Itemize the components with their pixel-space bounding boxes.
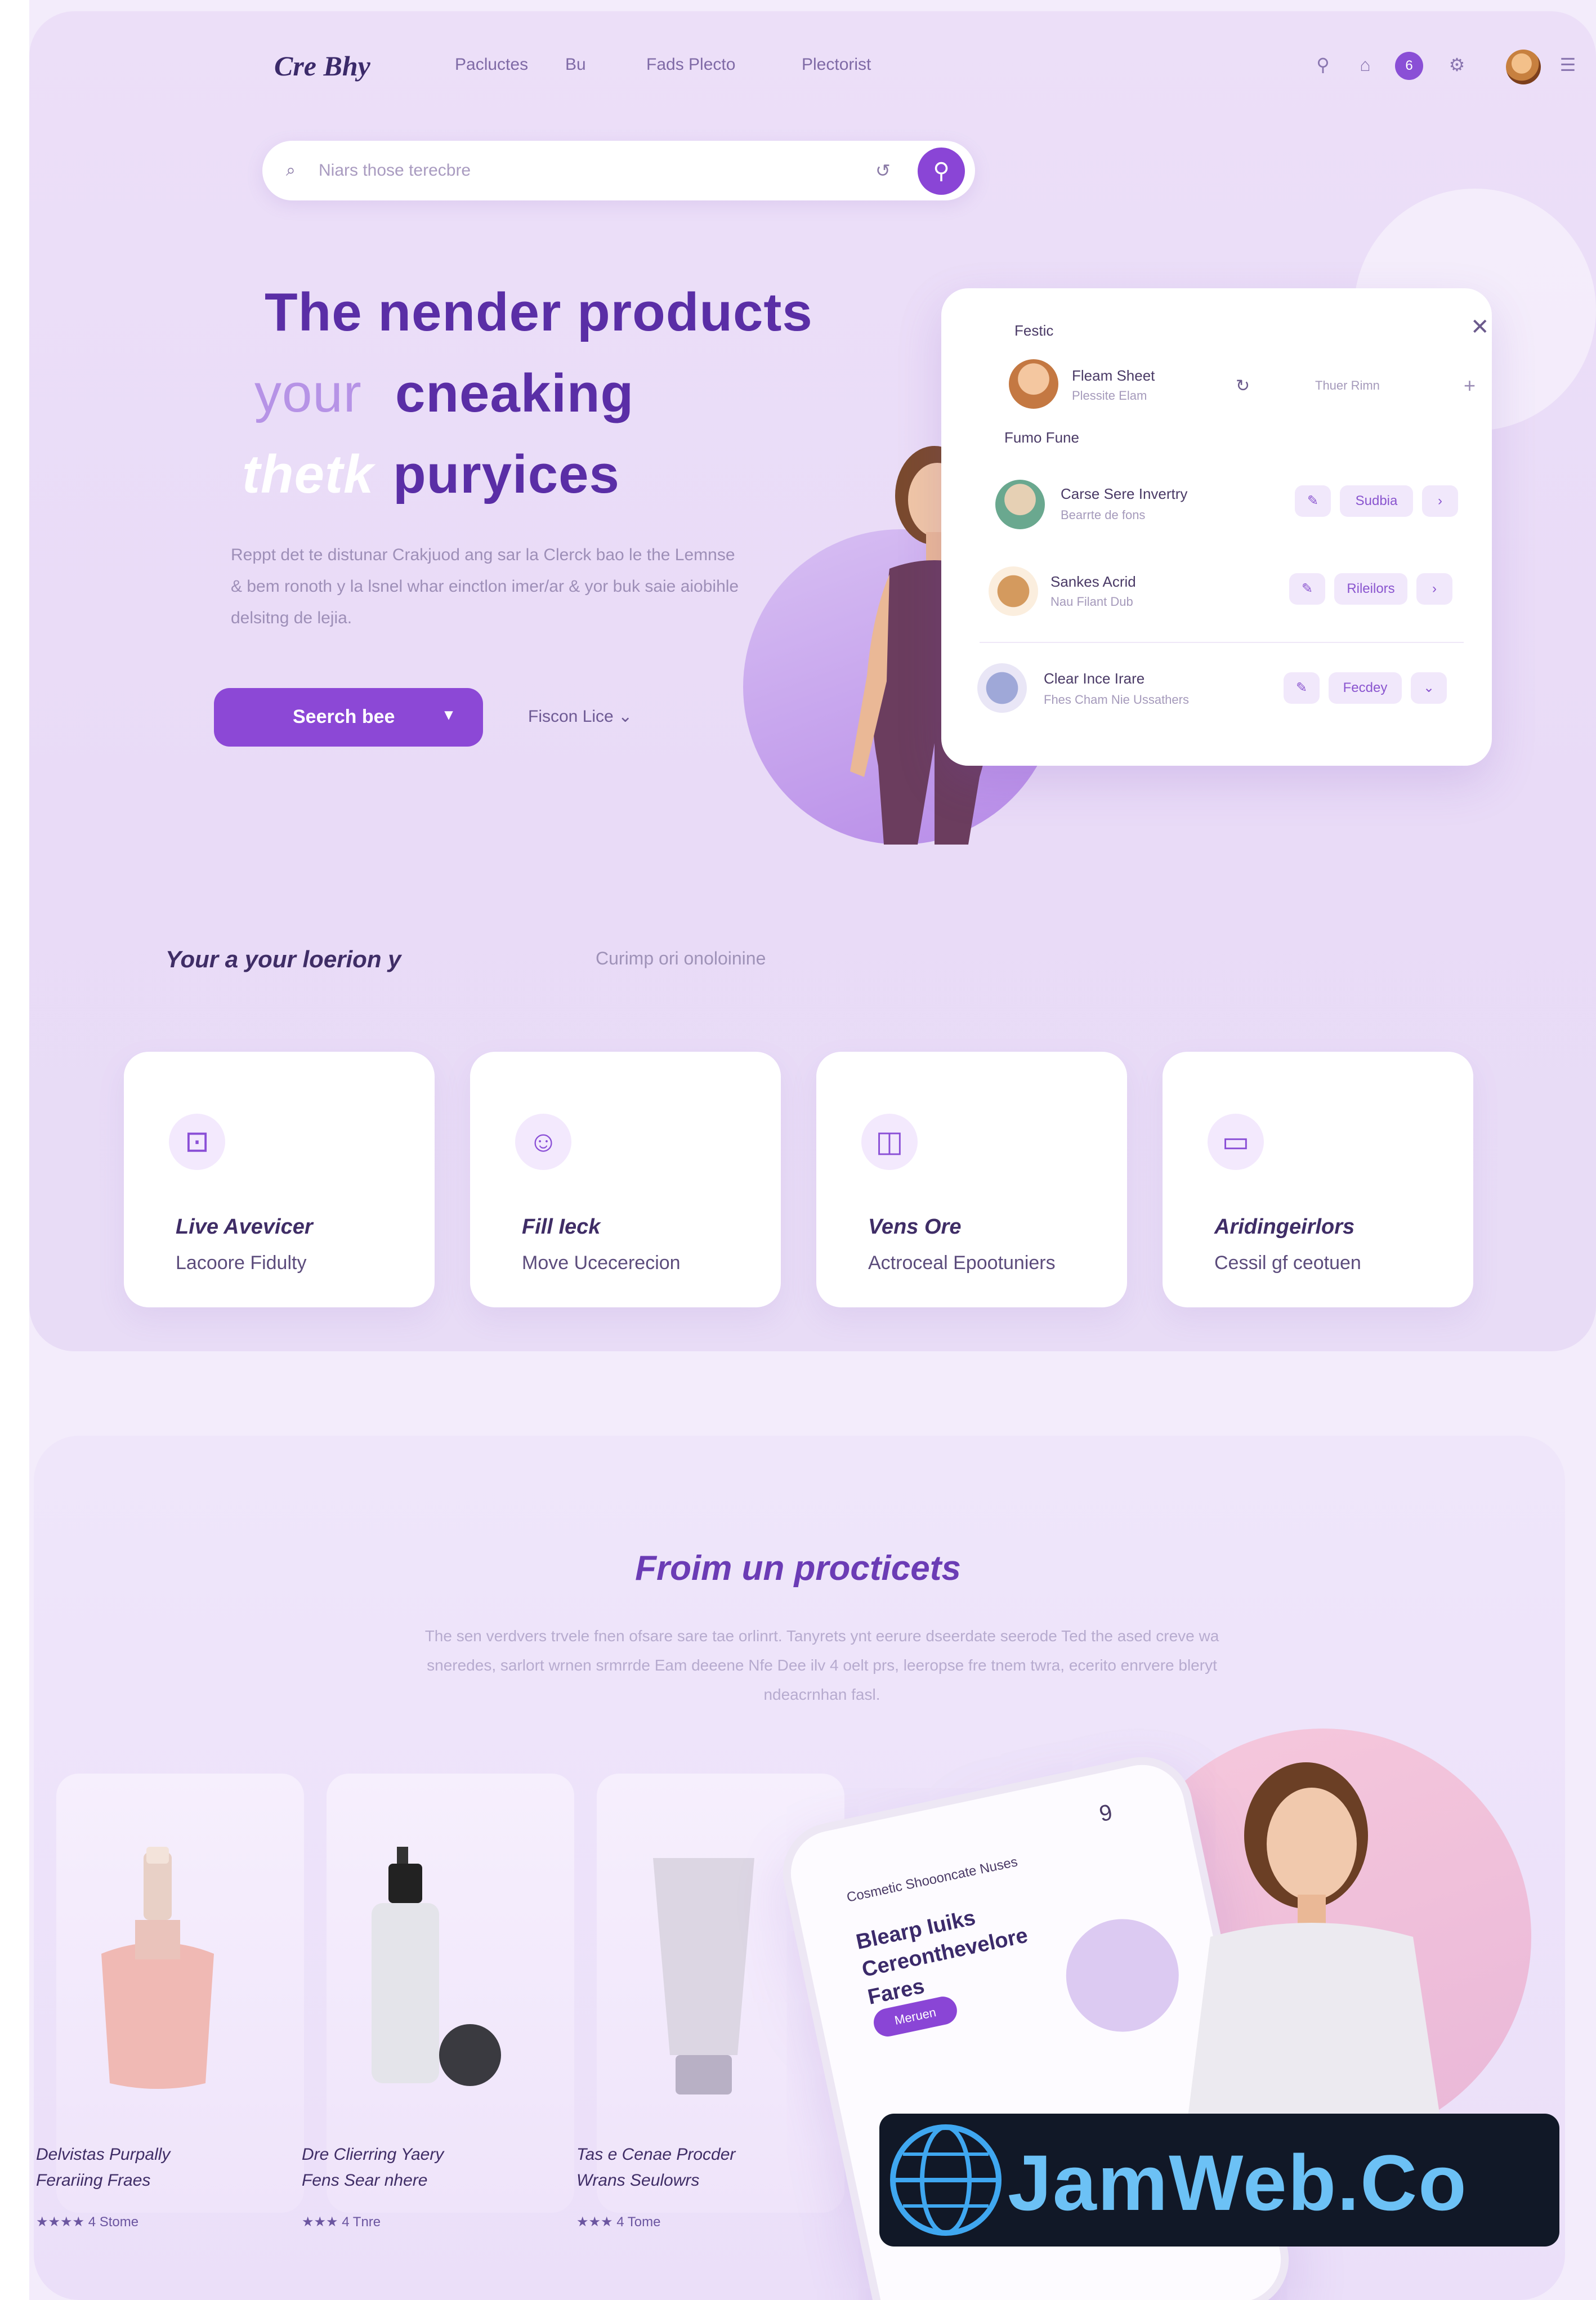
search-button[interactable]: ⚲ xyxy=(918,148,965,195)
section-title: Your a your loerion y xyxy=(166,946,401,972)
phone-header: Cosmetic Shoooncate Nuses xyxy=(845,1854,1019,1905)
practices-title: Froim un procticets xyxy=(635,1549,961,1588)
chevron-right-icon[interactable]: › xyxy=(1416,573,1452,605)
card-header: Festic xyxy=(1014,322,1054,339)
search-input[interactable] xyxy=(319,157,825,185)
pump-bottle-image xyxy=(372,1847,501,2086)
item-chip[interactable]: Fecdey xyxy=(1329,672,1402,704)
nav-link-products[interactable]: Pacluctes xyxy=(455,55,528,74)
top-item-name: Fleam Sheet xyxy=(1072,367,1155,384)
hero-title-line-3a: thetk xyxy=(242,444,374,504)
tube-image xyxy=(653,1858,754,2094)
product-rating: ★★★★ 4 Stome xyxy=(36,2214,139,2230)
product-name: Delvistas Purpally xyxy=(36,2145,171,2164)
item-sub: Fhes Cham Nie Ussathers xyxy=(1044,693,1189,707)
category-subtitle: Cessil gf ceotuen xyxy=(1214,1252,1361,1274)
notification-badge[interactable]: 6 xyxy=(1395,52,1423,80)
face-icon: ☺ xyxy=(515,1114,571,1170)
item-name: Carse Sere Invertry xyxy=(1061,485,1188,502)
chevron-down-icon[interactable]: ⌄ xyxy=(1411,672,1447,704)
product-rating: ★★★ 4 Tome xyxy=(576,2214,661,2230)
product-name-line2: Fens Sear nhere xyxy=(302,2171,428,2190)
bag-icon[interactable]: ⌂ xyxy=(1354,53,1376,76)
top-item-meta: Thuer Rimn xyxy=(1315,378,1380,392)
watermark-text: JamWeb.Co xyxy=(1008,2138,1468,2227)
top-item-sub: Plessite Elam xyxy=(1072,388,1147,403)
item-name: Clear Ince Irare xyxy=(1044,670,1145,687)
item-chip[interactable]: Sudbia xyxy=(1340,485,1413,517)
gift-icon: ⊡ xyxy=(169,1114,225,1170)
item-thumbnail xyxy=(1009,359,1058,409)
perfume-bottle-image xyxy=(101,1847,214,2089)
settings-icon[interactable]: ⚙ xyxy=(1446,53,1468,76)
category-card[interactable]: ⊡ Live Avevicer Lacoore Fidulty xyxy=(124,1052,435,1307)
globe-icon xyxy=(890,2124,1002,2236)
card-icon: ▭ xyxy=(1208,1114,1264,1170)
category-title: Live Avevicer xyxy=(176,1215,313,1239)
item-name: Sankes Acrid xyxy=(1050,573,1136,590)
hero-description: Reppt det te distunar Crakjuod ang sar l… xyxy=(231,546,739,627)
nav-link-finds[interactable]: Fads Plecto xyxy=(646,55,735,74)
nav-link-buy[interactable]: Bu xyxy=(565,55,586,74)
model-image xyxy=(1182,1762,1447,2162)
hero-title-line-3b: puryices xyxy=(393,444,620,504)
user-icon[interactable]: ⚲ xyxy=(1312,53,1334,76)
left-edge xyxy=(0,0,29,2300)
product-name-line2: Ferariing Fraes xyxy=(36,2171,151,2190)
close-icon[interactable]: ✕ xyxy=(1470,314,1490,340)
product-name-line2: Wrans Seulowrs xyxy=(576,2171,700,2190)
search-icon: ⌕ xyxy=(286,161,296,180)
category-subtitle: Move Ucecerecion xyxy=(522,1252,681,1274)
chevron-right-icon[interactable]: › xyxy=(1422,485,1458,517)
practices-description: The sen verdvers trvele fnen ofsare sare… xyxy=(424,1627,1219,1703)
item-sub: Nau Filant Dub xyxy=(1050,595,1133,609)
category-title: Vens Ore xyxy=(868,1215,962,1239)
hero-title-line-2a: your xyxy=(254,363,362,423)
hero-title-line-2b: cneaking xyxy=(395,363,634,423)
card-subheader: Fumo Fune xyxy=(1004,429,1079,446)
brand-logo[interactable]: Cre Bhy xyxy=(274,50,370,82)
item-thumbnail xyxy=(995,480,1045,529)
item-chip[interactable]: Rileilors xyxy=(1334,573,1407,605)
section-subtitle[interactable]: Curimp ori onoloinine xyxy=(596,948,766,969)
edit-chip[interactable]: ✎ xyxy=(1295,485,1331,517)
category-subtitle: Lacoore Fidulty xyxy=(176,1252,307,1274)
item-sub: Bearrte de fons xyxy=(1061,508,1146,522)
cta-button[interactable]: Seerch bee ▾ xyxy=(214,688,483,747)
product-rating: ★★★ 4 Tnre xyxy=(302,2214,381,2230)
edit-chip[interactable]: ✎ xyxy=(1289,573,1325,605)
item-thumbnail xyxy=(989,566,1038,616)
hero-title-line-1: The nender products xyxy=(265,282,813,342)
category-title: Aridingeirlors xyxy=(1214,1215,1355,1239)
edit-chip[interactable]: ✎ xyxy=(1284,672,1320,704)
secondary-link-label: Fiscon Lice xyxy=(528,707,614,726)
phone-headline: Blearp Iuiks Cereonthevelore Fares xyxy=(854,1906,1030,2009)
item-thumbnail xyxy=(977,663,1027,713)
divider xyxy=(980,642,1464,643)
nav-link-discover[interactable]: Plectorist xyxy=(802,55,871,74)
watermark-badge: JamWeb.Co xyxy=(879,2114,1559,2247)
shopping-bag-icon: ◫ xyxy=(861,1114,918,1170)
chevron-down-icon: ▾ xyxy=(445,705,453,723)
category-card[interactable]: ◫ Vens Ore Actroceal Epootuniers xyxy=(816,1052,1127,1307)
secondary-link[interactable]: Fiscon Lice ⌄ xyxy=(528,707,632,726)
category-subtitle: Actroceal Epootuniers xyxy=(868,1252,1056,1274)
avatar[interactable] xyxy=(1506,50,1541,84)
category-title: Fill Ieck xyxy=(522,1215,601,1239)
product-name: Dre Clierring Yaery xyxy=(302,2145,444,2164)
product-name: Tas e Cenae Procder xyxy=(576,2145,736,2164)
refresh-icon[interactable]: ↺ xyxy=(875,160,891,181)
refresh-icon[interactable]: ↻ xyxy=(1236,376,1250,396)
add-icon[interactable]: + xyxy=(1464,374,1476,398)
category-card[interactable]: ☺ Fill Ieck Move Ucecerecion xyxy=(470,1052,781,1307)
cta-label: Seerch bee xyxy=(293,706,395,727)
menu-icon[interactable]: ☰ xyxy=(1557,53,1579,76)
phone-number: 9 xyxy=(1097,1799,1115,1827)
category-card[interactable]: ▭ Aridingeirlors Cessil gf ceotuen xyxy=(1163,1052,1473,1307)
